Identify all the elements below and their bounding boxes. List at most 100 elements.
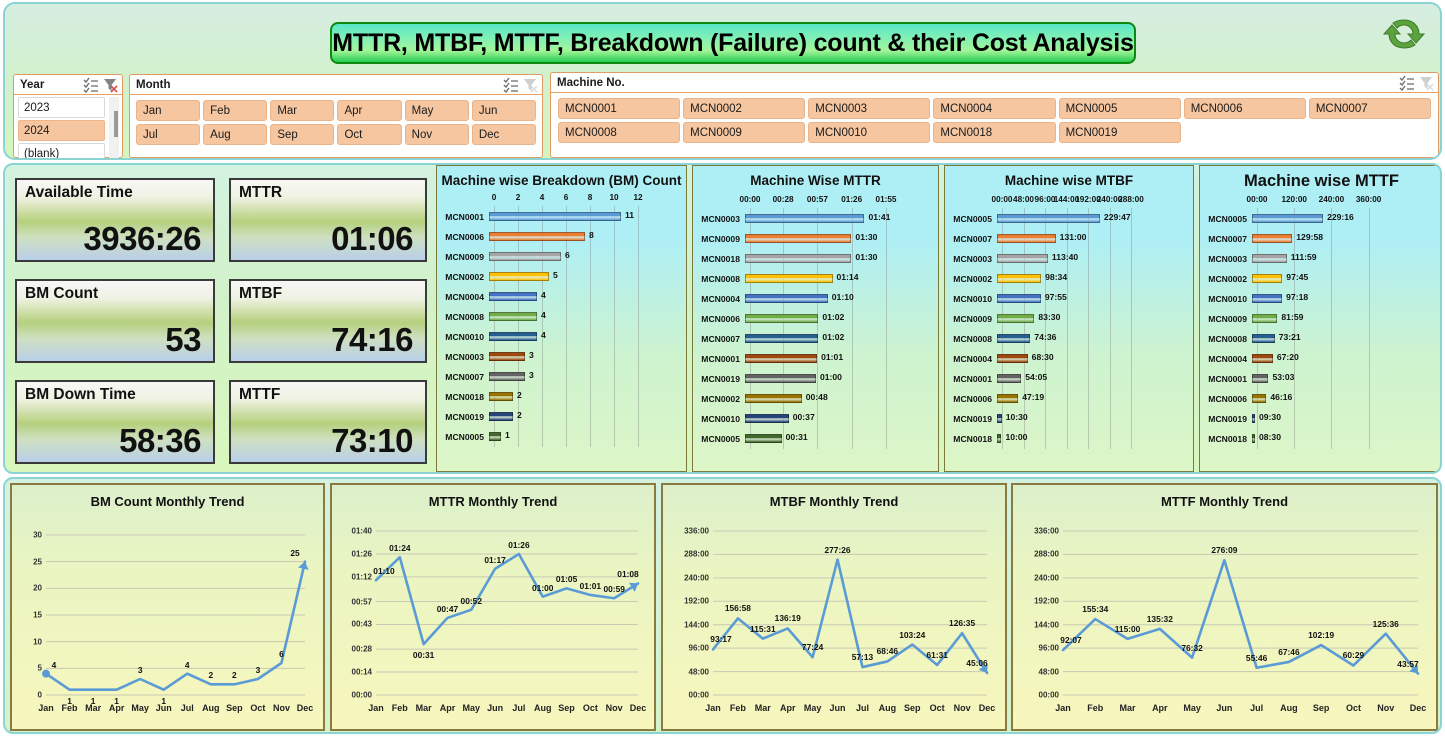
bar[interactable] (745, 214, 865, 223)
chart-bar-row[interactable]: MCN0018 10:00 (945, 429, 1193, 449)
chart-mttf-monthly-trend[interactable]: MTTF Monthly Trend 00:00 48:00 96:00 144:00 1… (1011, 483, 1438, 731)
slicer-year-item[interactable]: (blank) (18, 143, 105, 158)
chart-bar-row[interactable]: MCN0008 74:36 (945, 329, 1193, 349)
chart-mttr-monthly-trend[interactable]: MTTR Monthly Trend 00:00 00:14 00:28 00:43 00… (330, 483, 656, 731)
slicer-machine-item[interactable]: MCN0007 (1308, 98, 1431, 119)
chart-bar-row[interactable]: MCN0018 01:30 (693, 249, 938, 269)
bar[interactable] (997, 334, 1031, 343)
bar[interactable] (1252, 314, 1278, 323)
bar[interactable] (1252, 274, 1283, 283)
bar[interactable] (489, 292, 537, 301)
bar[interactable] (745, 314, 819, 323)
slicer-month-item[interactable]: Dec (471, 124, 536, 145)
chart-bar-row[interactable]: MCN0019 10:30 (945, 409, 1193, 429)
bar[interactable] (1252, 414, 1255, 423)
chart-bar-row[interactable]: MCN0002 00:48 (693, 389, 938, 409)
bar[interactable] (745, 374, 816, 383)
slicer-month-item[interactable]: May (404, 100, 469, 121)
slicer-year-item[interactable]: 2023 (18, 97, 105, 118)
chart-bar-row[interactable]: MCN0019 01:00 (693, 369, 938, 389)
slicer-machine-item[interactable]: MCN0009 (683, 122, 806, 143)
bar[interactable] (1252, 374, 1269, 383)
refresh-sync-icon[interactable] (1382, 12, 1426, 56)
slicer-machine-item[interactable]: MCN0001 (558, 98, 681, 119)
chart-bar-row[interactable]: MCN0002 5 (437, 267, 686, 287)
bar[interactable] (997, 394, 1019, 403)
slicer-machine-list[interactable]: MCN0001 MCN0002 MCN0003 MCN0004 MCN0005 … (551, 93, 1438, 143)
bar[interactable] (997, 274, 1042, 283)
bar[interactable] (1252, 434, 1255, 443)
chart-bar-row[interactable]: MCN0003 01:41 (693, 209, 938, 229)
chart-bar-row[interactable]: MCN0006 8 (437, 227, 686, 247)
slicer-machine-no[interactable]: Machine No. MCN0001 MCN0002 MCN0003 MCN0… (550, 72, 1439, 158)
bar[interactable] (489, 312, 537, 321)
bar[interactable] (745, 394, 802, 403)
bar[interactable] (997, 374, 1022, 383)
chart-bar-row[interactable]: MCN0005 00:31 (693, 429, 938, 449)
chart-bar-row[interactable]: MCN0008 73:21 (1200, 329, 1440, 349)
bar[interactable] (997, 414, 1002, 423)
bar[interactable] (489, 332, 537, 341)
bar[interactable] (489, 212, 621, 221)
multi-select-icon[interactable] (503, 77, 519, 93)
slicer-month-item[interactable]: Mar (270, 100, 335, 121)
slicer-month-item[interactable]: Apr (337, 100, 402, 121)
chart-bar-row[interactable]: MCN0007 01:02 (693, 329, 938, 349)
bar[interactable] (997, 314, 1035, 323)
chart-bar-row[interactable]: MCN0010 97:55 (945, 289, 1193, 309)
chart-bar-row[interactable]: MCN0018 2 (437, 387, 686, 407)
slicer-machine-item[interactable]: MCN0004 (933, 98, 1056, 119)
chart-bar-row[interactable]: MCN0005 229:16 (1200, 209, 1440, 229)
bar[interactable] (997, 434, 1002, 443)
bar[interactable] (489, 432, 501, 441)
chart-bar-row[interactable]: MCN0003 3 (437, 347, 686, 367)
bar[interactable] (745, 274, 833, 283)
chart-bar-row[interactable]: MCN0008 01:14 (693, 269, 938, 289)
chart-bar-row[interactable]: MCN0001 54:05 (945, 369, 1193, 389)
bar[interactable] (1252, 354, 1273, 363)
chart-bar-row[interactable]: MCN0007 3 (437, 367, 686, 387)
bar[interactable] (489, 352, 525, 361)
chart-bar-row[interactable]: MCN0006 46:16 (1200, 389, 1440, 409)
slicer-month-list[interactable]: Jan Feb Mar Apr May Jun Jul Aug Sep Oct … (130, 95, 542, 145)
bar[interactable] (489, 412, 513, 421)
chart-bar-row[interactable]: MCN0005 1 (437, 427, 686, 447)
chart-bar-row[interactable]: MCN0007 131:00 (945, 229, 1193, 249)
bar[interactable] (745, 414, 789, 423)
bar[interactable] (1252, 334, 1275, 343)
bar[interactable] (489, 232, 585, 241)
multi-select-icon[interactable] (1399, 75, 1415, 91)
chart-bar-row[interactable]: MCN0007 129:58 (1200, 229, 1440, 249)
chart-bar-row[interactable]: MCN0001 01:01 (693, 349, 938, 369)
slicer-year[interactable]: Year 2023 2024 (blank) (13, 74, 123, 158)
chart-bar-row[interactable]: MCN0019 2 (437, 407, 686, 427)
clear-filter-icon[interactable] (522, 77, 538, 93)
chart-bar-row[interactable]: MCN0002 97:45 (1200, 269, 1440, 289)
clear-filter-icon[interactable] (1418, 75, 1434, 91)
chart-bar-row[interactable]: MCN0004 68:30 (945, 349, 1193, 369)
bar[interactable] (997, 354, 1028, 363)
slicer-month-item[interactable]: Jan (136, 100, 201, 121)
bar[interactable] (1252, 294, 1283, 303)
bar[interactable] (1252, 214, 1324, 223)
slicer-year-item-selected[interactable]: 2024 (18, 120, 105, 141)
chart-bar-row[interactable]: MCN0004 01:10 (693, 289, 938, 309)
bar[interactable] (745, 234, 852, 243)
bar[interactable] (1252, 394, 1267, 403)
slicer-month-item[interactable]: Feb (203, 100, 268, 121)
bar[interactable] (745, 294, 828, 303)
slicer-machine-item[interactable]: MCN0005 (1058, 98, 1181, 119)
chart-bar-row[interactable]: MCN0004 4 (437, 287, 686, 307)
slicer-month-item[interactable]: Oct (337, 124, 402, 145)
chart-bar-row[interactable]: MCN0002 98:34 (945, 269, 1193, 289)
bar[interactable] (997, 254, 1048, 263)
bar[interactable] (997, 214, 1100, 223)
bar[interactable] (745, 434, 782, 443)
chart-bar-row[interactable]: MCN0019 09:30 (1200, 409, 1440, 429)
bar[interactable] (489, 252, 561, 261)
slicer-machine-item[interactable]: MCN0008 (558, 122, 681, 143)
chart-bar-row[interactable]: MCN0005 229:47 (945, 209, 1193, 229)
chart-machine-wise-mtbf[interactable]: Machine wise MTBF 00:00 48:00 96:00 144:00 19… (944, 165, 1194, 472)
slicer-machine-item[interactable]: MCN0010 (808, 122, 931, 143)
chart-bar-row[interactable]: MCN0009 83:30 (945, 309, 1193, 329)
